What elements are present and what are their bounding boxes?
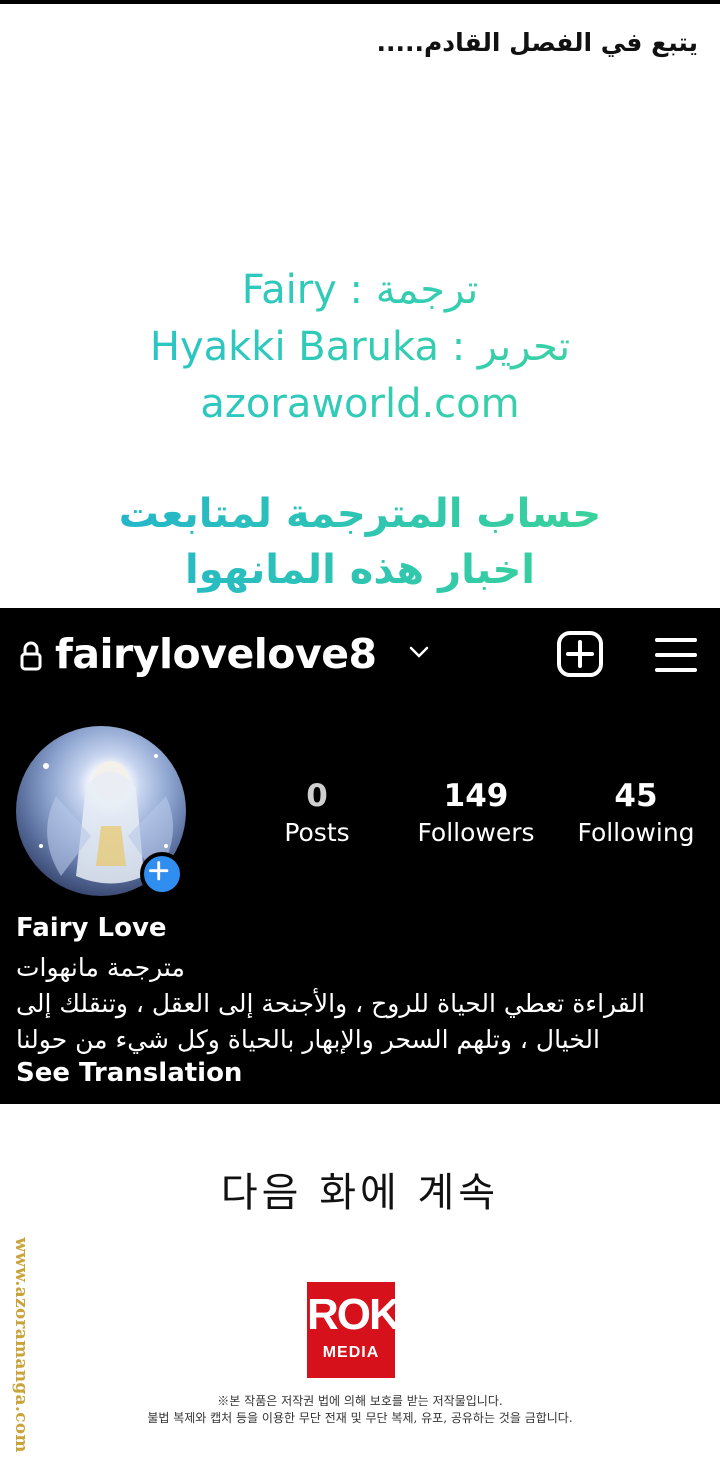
lock-icon xyxy=(20,641,42,671)
stat-followers-count: 149 xyxy=(443,778,509,814)
profile-username[interactable]: fairylovelove8 xyxy=(55,630,377,678)
rok-media-logo: ROK MEDIA xyxy=(307,1282,401,1378)
follow-note: حساب المترجمة لمتابعت اخبار هذه المانهوا xyxy=(0,486,720,598)
bio-line-2: القراءة تعطي الحياة للروح ، والأجنحة إلى… xyxy=(16,989,646,1018)
bio-line-1: مترجمة مانهوات xyxy=(16,950,185,986)
bio-line-3: الخيال ، وتلهم السحر والإبهار بالحياة وك… xyxy=(16,1025,600,1054)
site-watermark-text: www.azoramanga.com xyxy=(11,1237,31,1453)
stat-followers-label: Followers xyxy=(417,818,535,847)
stat-following-count: 45 xyxy=(614,778,658,814)
editor-credit: Hyakki Baruka : تحرير xyxy=(0,319,720,376)
stat-posts-count: 0 xyxy=(306,778,328,814)
stat-following-label: Following xyxy=(577,818,695,847)
see-translation-link[interactable]: See Translation xyxy=(16,1058,242,1088)
profile-header: fairylovelove8 xyxy=(0,608,720,703)
add-post-icon[interactable] xyxy=(556,630,604,678)
stat-following[interactable]: 45 Following xyxy=(561,778,711,852)
rok-logo-sub: MEDIA xyxy=(322,1344,380,1361)
copyright-notice-line2: 불법 복제와 캡처 등을 이용한 무단 전재 및 무단 복제, 유포, 공유하는… xyxy=(147,1411,573,1425)
profile-display-name: Fairy Love xyxy=(16,913,167,943)
stat-posts-label: Posts xyxy=(284,818,350,847)
chevron-down-icon[interactable] xyxy=(408,644,430,660)
stat-posts[interactable]: 0 Posts xyxy=(242,778,392,852)
top-border xyxy=(0,0,720,4)
korean-continue-text: 다음 화에 계속 xyxy=(220,1170,500,1216)
bio-line-1-text: مترجمة مانهوات xyxy=(16,953,185,982)
site-watermark: www.azoramanga.com xyxy=(6,1220,32,1470)
continue-next-chapter-arabic: يتبع في الفصل القادم..... xyxy=(376,28,698,57)
menu-icon[interactable] xyxy=(654,636,698,674)
plus-icon[interactable] xyxy=(140,852,184,896)
website-credit: azoraworld.com xyxy=(0,376,720,433)
follow-note-line2: اخبار هذه المانهوا xyxy=(0,542,720,598)
translator-credit: Fairy : ترجمة xyxy=(0,262,720,319)
rok-logo-main: ROK xyxy=(307,1290,401,1339)
credits-block: Fairy : ترجمة Hyakki Baruka : تحرير azor… xyxy=(0,262,720,433)
follow-note-line1: حساب المترجمة لمتابعت xyxy=(0,486,720,542)
instagram-profile-screenshot: fairylovelove8 0 Posts 149 Followers 45 … xyxy=(0,608,720,1104)
copyright-notice-line1: ※본 작품은 저작권 법에 의해 보호를 받는 저작물입니다. xyxy=(217,1394,503,1408)
stat-followers[interactable]: 149 Followers xyxy=(401,778,551,852)
